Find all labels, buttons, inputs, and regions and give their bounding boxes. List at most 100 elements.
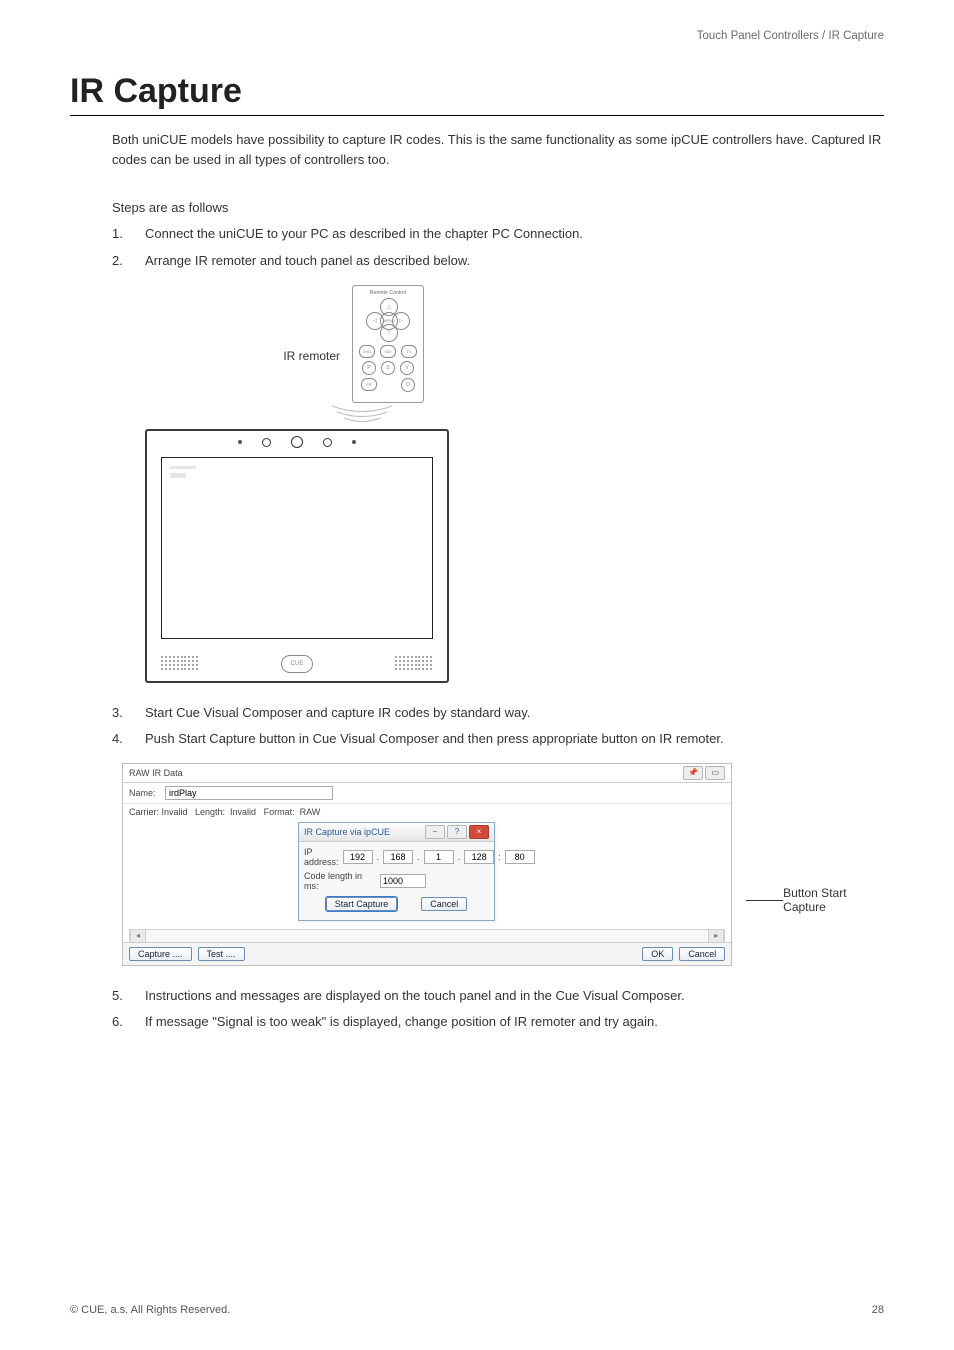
page-title: IR Capture [70, 72, 884, 111]
title-rule [70, 115, 884, 116]
cancel-inner-button[interactable]: Cancel [421, 897, 467, 911]
ip2-field[interactable] [383, 850, 413, 864]
steps-list-3: 5. Instructions and messages are display… [112, 986, 884, 1032]
raw-ir-data-window: RAW IR Data 📌 ▭ Name: Carrier: Invalid L… [122, 763, 732, 966]
sensor-dot-icon [352, 440, 356, 444]
touch-panel-illustration: CUE [145, 429, 449, 683]
remote-menu-button: MENU [380, 312, 398, 330]
steps-intro: Steps are as follows [112, 198, 884, 218]
raw-ir-data-titlebar: RAW IR Data 📌 ▭ [123, 764, 731, 783]
step-5-num: 5. [112, 986, 132, 1006]
help-icon[interactable]: ? [447, 825, 467, 839]
panel-sensor-row [147, 431, 447, 448]
window-buttons: 📌 ▭ [683, 766, 725, 780]
name-field[interactable] [165, 786, 333, 800]
step-4-num: 4. [112, 729, 132, 749]
test-button[interactable]: Test .... [198, 947, 245, 961]
step-5: 5. Instructions and messages are display… [112, 986, 884, 1006]
step-4: 4. Push Start Capture button in Cue Visu… [112, 729, 884, 749]
sensor-dot-icon [238, 440, 242, 444]
figure-remote-and-panel: IR remoter Remote Control △ ▽ ◁ ▷ MENU D… [132, 285, 462, 683]
name-row: Name: [123, 783, 731, 804]
panel-screen-content [170, 466, 424, 484]
step-2: 2. Arrange IR remoter and touch panel as… [112, 251, 884, 271]
step-6-num: 6. [112, 1012, 132, 1032]
code-length-field[interactable] [380, 874, 426, 888]
step-1: 1. Connect the uniCUE to your PC as desc… [112, 224, 884, 244]
step-2-text: Arrange IR remoter and touch panel as de… [145, 251, 470, 271]
page-footer: © CUE, a.s. All Rights Reserved. 28 [70, 1304, 884, 1316]
remote-p-button: P [362, 361, 376, 375]
step-3: 3. Start Cue Visual Composer and capture… [112, 703, 884, 723]
status-row: Carrier: Invalid Length: Invalid Format:… [123, 804, 731, 820]
remote-control-illustration: Remote Control △ ▽ ◁ ▷ MENU DVD SAT TV [352, 285, 424, 403]
remote-dpad: △ ▽ ◁ ▷ MENU [366, 298, 410, 342]
scroll-left-icon[interactable]: ◂ [130, 930, 146, 942]
step-3-num: 3. [112, 703, 132, 723]
remote-s-button: S [381, 361, 395, 375]
ir-capture-titlebar: IR Capture via ipCUE − ? × [299, 823, 494, 842]
ir-capture-title: IR Capture via ipCUE [304, 827, 390, 837]
remote-title: Remote Control [370, 290, 406, 296]
port-field[interactable] [505, 850, 535, 864]
ip1-field[interactable] [343, 850, 373, 864]
ip-label: IP address: [304, 847, 339, 867]
scroll-right-icon[interactable]: ▸ [708, 930, 724, 942]
callout-line [746, 900, 783, 901]
ip4-field[interactable] [464, 850, 494, 864]
breadcrumb: Touch Panel Controllers / IR Capture [70, 30, 884, 42]
len-row: Code length in ms: [304, 871, 489, 891]
step-4-text: Push Start Capture button in Cue Visual … [145, 729, 724, 749]
minimize-icon[interactable]: − [425, 825, 445, 839]
step-3-text: Start Cue Visual Composer and capture IR… [145, 703, 530, 723]
pin-icon[interactable]: 📌 [683, 766, 703, 780]
remote-row-1: DVD SAT TV [359, 345, 417, 358]
sensor-mid-icon [323, 438, 332, 447]
cancel-button[interactable]: Cancel [679, 947, 725, 961]
len-label: Code length in ms: [304, 871, 376, 891]
sensor-mid-icon [262, 438, 271, 447]
remote-row-2: P S V [362, 361, 414, 375]
outer-footer: ◂ ▸ Capture .... Test .... OK Cancel [123, 942, 731, 965]
panel-logo: CUE [281, 655, 313, 673]
close-icon[interactable]: × [469, 825, 489, 839]
footer-copyright: © CUE, a.s. All Rights Reserved. [70, 1304, 230, 1316]
panel-bottom-row: CUE [147, 655, 447, 673]
ir-remoter-label: IR remoter [170, 324, 352, 363]
restore-icon[interactable]: ▭ [705, 766, 725, 780]
inner-button-row: Start Capture Cancel [304, 895, 489, 915]
step-2-num: 2. [112, 251, 132, 271]
remote-dvd-button: DVD [359, 345, 375, 358]
figure-screenshot-wrap: RAW IR Data 📌 ▭ Name: Carrier: Invalid L… [122, 763, 884, 966]
name-label: Name: [129, 788, 159, 798]
steps-list-1: 1. Connect the uniCUE to your PC as desc… [112, 224, 884, 270]
callout-start-capture: Button Start Capture [783, 886, 884, 914]
step-1-text: Connect the uniCUE to your PC as describ… [145, 224, 583, 244]
ip3-field[interactable] [424, 850, 454, 864]
ir-capture-body: IP address: . . . : Code length in ms: [299, 842, 494, 920]
ok-button[interactable]: OK [642, 947, 673, 961]
step-5-text: Instructions and messages are displayed … [145, 986, 685, 1006]
step-6: 6. If message "Signal is too weak" is di… [112, 1012, 884, 1032]
remote-power-icon: ⏻ [401, 378, 415, 392]
remote-v-button: V [400, 361, 414, 375]
remote-sat-button: SAT [380, 345, 396, 358]
step-1-num: 1. [112, 224, 132, 244]
speaker-grille-left-icon [161, 656, 199, 672]
panel-screen [161, 457, 433, 639]
ir-waves-icon [322, 403, 402, 429]
step-6-text: If message "Signal is too weak" is displ… [145, 1012, 658, 1032]
horizontal-scrollbar[interactable]: ◂ ▸ [129, 929, 725, 943]
sensor-big-icon [291, 436, 303, 448]
remote-tv-button: TV [401, 345, 417, 358]
start-capture-button[interactable]: Start Capture [326, 897, 398, 911]
capture-button[interactable]: Capture .... [129, 947, 192, 961]
raw-ir-data-title: RAW IR Data [129, 768, 183, 778]
outer-body: IR Capture via ipCUE − ? × IP address: . [123, 820, 731, 942]
ir-capture-dialog: IR Capture via ipCUE − ? × IP address: . [298, 822, 495, 921]
steps-list-2: 3. Start Cue Visual Composer and capture… [112, 703, 884, 749]
ip-row: IP address: . . . : [304, 847, 489, 867]
remote-row-3: FR ⏻ [361, 378, 415, 392]
speaker-grille-right-icon [395, 656, 433, 672]
footer-page-number: 28 [872, 1304, 884, 1316]
